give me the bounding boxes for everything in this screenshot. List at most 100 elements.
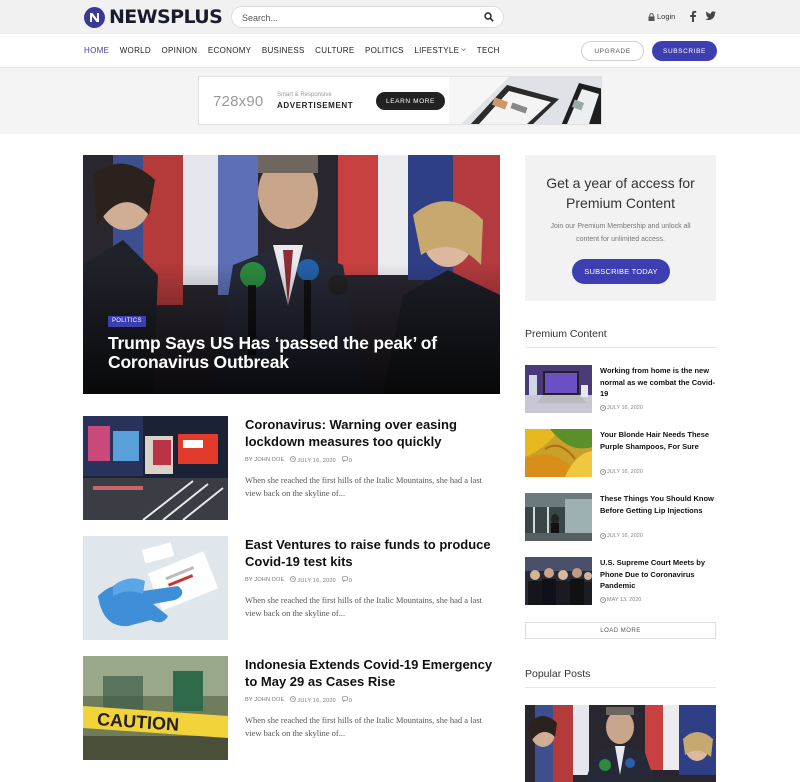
sidebar-post-date-text: MAY 13, 2020 bbox=[607, 597, 642, 603]
article-excerpt: When she reached the first hills of the … bbox=[245, 715, 482, 738]
hero-title[interactable]: Trump Says US Has ‘passed the peak’ of C… bbox=[108, 334, 488, 372]
ad-devices-image bbox=[449, 77, 601, 124]
press-conference-image bbox=[525, 705, 716, 782]
nav-item-tech[interactable]: TECH bbox=[477, 46, 500, 55]
sidebar-post: U.S. Supreme Court Meets by Phone Due to… bbox=[525, 557, 716, 605]
hero-category-badge[interactable]: POLITICS bbox=[108, 316, 146, 327]
chevron-down-icon bbox=[461, 48, 467, 52]
article-author[interactable]: BY JOHN DOE bbox=[245, 457, 284, 463]
times-square-image bbox=[83, 416, 228, 520]
search-box bbox=[231, 6, 504, 28]
article-meta: BY JOHN DOE JULY 16, 2020 0 bbox=[245, 576, 352, 584]
article-item: CAUTION Indonesia Extends Covid-19 Emerg… bbox=[83, 656, 500, 760]
sidebar-post: Working from home is the new normal as w… bbox=[525, 365, 716, 413]
clock-icon bbox=[600, 597, 606, 603]
article-date: JULY 16, 2020 bbox=[297, 698, 336, 704]
article-comments[interactable]: 0 bbox=[349, 458, 352, 464]
nav-item-home[interactable]: HOME bbox=[84, 46, 109, 55]
article-author[interactable]: BY JOHN DOE bbox=[245, 577, 284, 583]
clock-icon bbox=[600, 533, 606, 539]
nav-item-politics[interactable]: POLITICS bbox=[365, 46, 404, 55]
article-author[interactable]: BY JOHN DOE bbox=[245, 697, 284, 703]
sidebar-post-title[interactable]: Working from home is the new normal as w… bbox=[600, 365, 717, 400]
comment-icon bbox=[342, 696, 348, 702]
main-nav: HOME WORLD OPINION ECONOMY BUSINESS CULT… bbox=[0, 34, 800, 68]
article-date: JULY 16, 2020 bbox=[297, 458, 336, 464]
premium-content-heading: Premium Content bbox=[525, 328, 607, 340]
nav-menu: HOME WORLD OPINION ECONOMY BUSINESS CULT… bbox=[84, 46, 510, 55]
sidebar-post-date-text: JULY 16, 2020 bbox=[607, 469, 643, 475]
station-image bbox=[525, 493, 592, 541]
sidebar-post-date: JULY 16, 2020 bbox=[600, 469, 643, 475]
advertisement-banner[interactable]: 728x90 Smart & Responsive ADVERTISEMENT … bbox=[198, 76, 602, 125]
section-divider bbox=[525, 347, 716, 348]
clock-icon bbox=[290, 576, 297, 582]
nav-item-world[interactable]: WORLD bbox=[120, 46, 151, 55]
article-title[interactable]: East Ventures to raise funds to produce … bbox=[245, 536, 495, 570]
nav-item-business[interactable]: BUSINESS bbox=[262, 46, 305, 55]
ad-learn-more-button[interactable]: LEARN MORE bbox=[376, 92, 445, 110]
lock-icon bbox=[648, 12, 655, 21]
search-icon[interactable] bbox=[484, 12, 494, 22]
promo-text: Join our Premium Membership and unlock a… bbox=[550, 223, 691, 243]
feathers-image bbox=[525, 429, 592, 477]
subscribe-today-button[interactable]: SUBSCRIBE TODAY bbox=[572, 259, 670, 284]
nav-item-economy[interactable]: ECONOMY bbox=[208, 46, 251, 55]
article-meta: BY JOHN DOE JULY 16, 2020 0 bbox=[245, 456, 352, 464]
upgrade-button[interactable]: UPGRADE bbox=[581, 41, 644, 61]
comment-icon bbox=[342, 456, 348, 462]
article-date: JULY 16, 2020 bbox=[297, 578, 336, 584]
sidebar-post: Your Blonde Hair Needs These Purple Sham… bbox=[525, 429, 716, 477]
login-link[interactable]: Login bbox=[648, 12, 675, 21]
nav-item-lifestyle-label: LIFESTYLE bbox=[414, 46, 460, 55]
twitter-icon[interactable] bbox=[705, 11, 716, 21]
ad-size-label: 728x90 bbox=[213, 93, 264, 110]
login-label: Login bbox=[657, 12, 676, 21]
clock-icon bbox=[600, 405, 606, 411]
article-title[interactable]: Indonesia Extends Covid-19 Emergency to … bbox=[245, 656, 495, 690]
sidebar-post-date: JULY 16, 2020 bbox=[600, 405, 643, 411]
ad-title: ADVERTISEMENT bbox=[277, 101, 354, 110]
article-meta: BY JOHN DOE JULY 16, 2020 0 bbox=[245, 696, 352, 704]
search-input[interactable] bbox=[242, 10, 472, 25]
sidebar-post-thumbnail[interactable] bbox=[525, 493, 592, 541]
laptop-image bbox=[525, 365, 592, 413]
article-thumbnail[interactable] bbox=[83, 416, 228, 520]
clock-icon bbox=[600, 469, 606, 475]
sidebar-post-date: MAY 13, 2020 bbox=[600, 597, 641, 603]
sidebar-post-title[interactable]: U.S. Supreme Court Meets by Phone Due to… bbox=[600, 557, 717, 592]
article-comments[interactable]: 0 bbox=[349, 698, 352, 704]
sidebar-post-title[interactable]: These Things You Should Know Before Gett… bbox=[600, 493, 717, 516]
site-logo[interactable]: NEWSPLUS bbox=[84, 6, 223, 28]
article-comments[interactable]: 0 bbox=[349, 578, 352, 584]
nav-item-culture[interactable]: CULTURE bbox=[315, 46, 354, 55]
popular-posts-heading: Popular Posts bbox=[525, 668, 591, 680]
premium-promo-box: Get a year of access for Premium Content… bbox=[525, 155, 716, 301]
clock-icon bbox=[290, 696, 297, 702]
article-item: Coronavirus: Warning over easing lockdow… bbox=[83, 416, 500, 520]
load-more-button[interactable]: LOAD MORE bbox=[525, 622, 716, 639]
sidebar-post-thumbnail[interactable] bbox=[525, 557, 592, 605]
article-thumbnail[interactable] bbox=[83, 536, 228, 640]
facebook-icon[interactable] bbox=[689, 10, 697, 22]
article-thumbnail[interactable]: CAUTION bbox=[83, 656, 228, 760]
comment-icon bbox=[342, 576, 348, 582]
logo-icon bbox=[84, 6, 105, 28]
subscribe-button[interactable]: SUBSCRIBE bbox=[652, 41, 717, 61]
sidebar-post-thumbnail[interactable] bbox=[525, 365, 592, 413]
logo-text: NEWSPLUS bbox=[109, 6, 223, 28]
sidebar-post-title[interactable]: Your Blonde Hair Needs These Purple Sham… bbox=[600, 429, 717, 452]
hero-article[interactable]: POLITICS Trump Says US Has ‘passed the p… bbox=[83, 155, 500, 394]
popular-post-thumbnail[interactable] bbox=[525, 705, 716, 782]
sidebar-post-date-text: JULY 16, 2020 bbox=[607, 533, 643, 539]
sidebar-post-date-text: JULY 16, 2020 bbox=[607, 405, 643, 411]
nav-item-opinion[interactable]: OPINION bbox=[161, 46, 197, 55]
top-bar: NEWSPLUS Login bbox=[0, 0, 800, 34]
nav-item-lifestyle[interactable]: LIFESTYLE bbox=[414, 46, 467, 55]
article-title[interactable]: Coronavirus: Warning over easing lockdow… bbox=[245, 416, 495, 450]
court-group-image bbox=[525, 557, 592, 605]
article-item: East Ventures to raise funds to produce … bbox=[83, 536, 500, 640]
sidebar-post-date: JULY 16, 2020 bbox=[600, 533, 643, 539]
sidebar-post-thumbnail[interactable] bbox=[525, 429, 592, 477]
clock-icon bbox=[290, 456, 297, 462]
